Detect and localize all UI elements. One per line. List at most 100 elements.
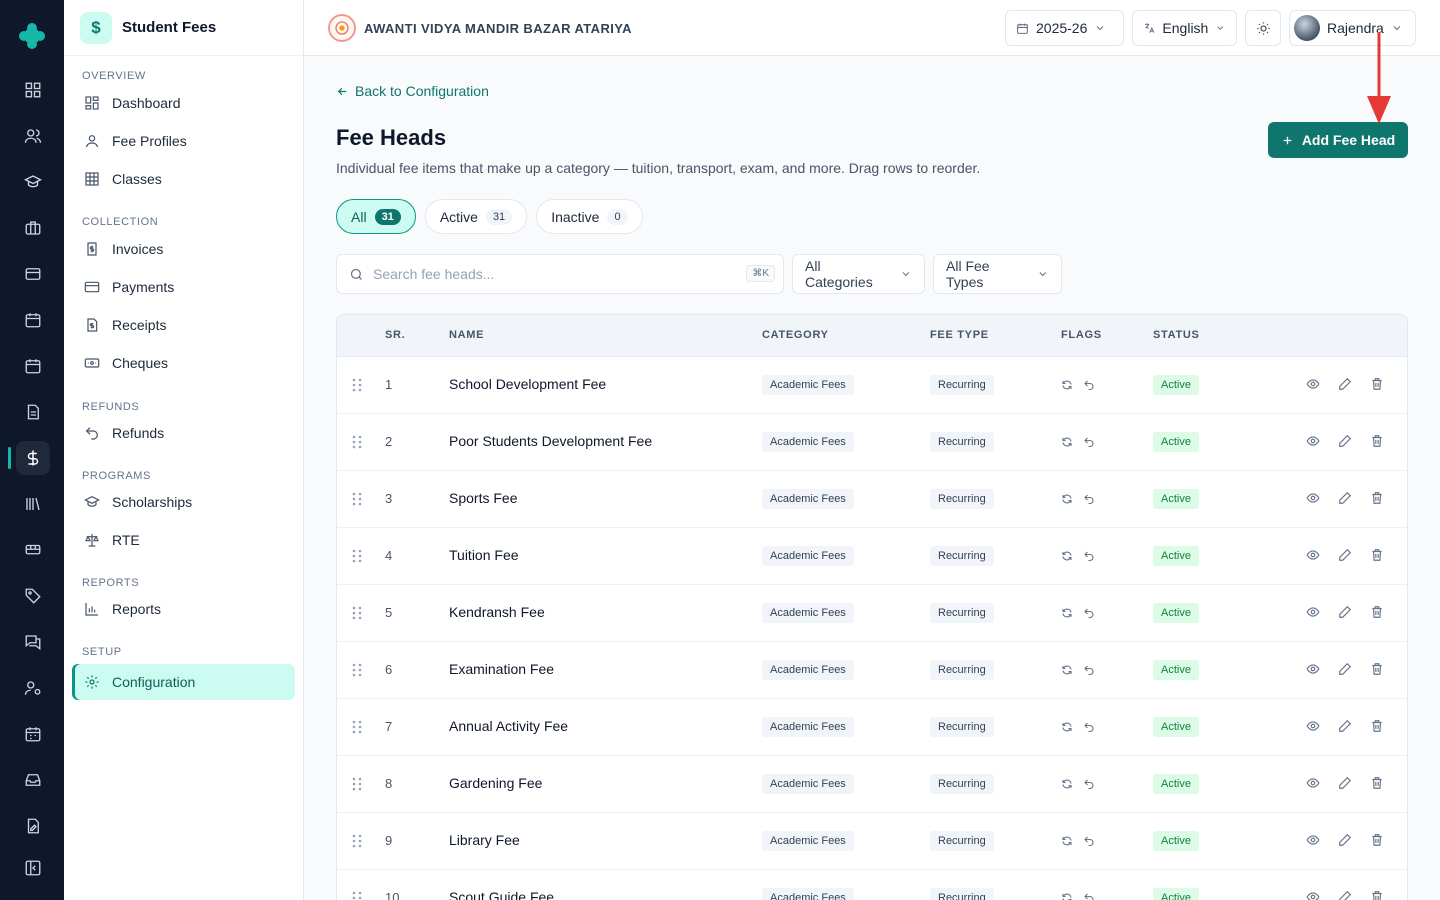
edit-icon[interactable]: [1338, 605, 1352, 619]
edit-icon[interactable]: [1338, 377, 1352, 391]
table-row[interactable]: 10 Scout Guide Fee Academic Fees Recurri…: [337, 870, 1407, 900]
tab-active[interactable]: Active 31: [424, 199, 528, 234]
view-icon[interactable]: [1306, 491, 1320, 505]
table-row[interactable]: 2 Poor Students Development Fee Academic…: [337, 414, 1407, 471]
delete-icon[interactable]: [1370, 548, 1384, 562]
rail-calendar-grid-icon[interactable]: [16, 717, 50, 751]
table-row[interactable]: 8 Gardening Fee Academic Fees Recurring …: [337, 756, 1407, 813]
rail-graduation-cap-icon[interactable]: [16, 165, 50, 199]
table-row[interactable]: 6 Examination Fee Academic Fees Recurrin…: [337, 642, 1407, 699]
table-row[interactable]: 9 Library Fee Academic Fees Recurring Ac…: [337, 813, 1407, 870]
sidebar-item-refunds[interactable]: Refunds: [72, 415, 295, 451]
edit-icon[interactable]: [1338, 491, 1352, 505]
rail-dashboard-icon[interactable]: [16, 73, 50, 107]
view-icon[interactable]: [1306, 605, 1320, 619]
drag-handle-icon[interactable]: [351, 891, 363, 900]
tab-count: 31: [485, 208, 513, 225]
view-icon[interactable]: [1306, 890, 1320, 900]
rail-tag-icon[interactable]: [16, 579, 50, 613]
table-row[interactable]: 3 Sports Fee Academic Fees Recurring Act…: [337, 471, 1407, 528]
rail-document-icon[interactable]: [16, 395, 50, 429]
sidebar-item-classes[interactable]: Classes: [72, 161, 295, 197]
drag-handle-icon[interactable]: [351, 777, 363, 791]
user-menu-button[interactable]: Rajendra: [1289, 10, 1416, 46]
sidebar-item-dashboard[interactable]: Dashboard: [72, 85, 295, 121]
sidebar-item-scholarships[interactable]: Scholarships: [72, 484, 295, 520]
delete-icon[interactable]: [1370, 662, 1384, 676]
sidebar-item-rte[interactable]: RTE: [72, 522, 295, 558]
view-icon[interactable]: [1306, 776, 1320, 790]
delete-icon[interactable]: [1370, 377, 1384, 391]
edit-icon[interactable]: [1338, 719, 1352, 733]
drag-handle-icon[interactable]: [351, 549, 363, 563]
delete-icon[interactable]: [1370, 776, 1384, 790]
table-row[interactable]: 5 Kendransh Fee Academic Fees Recurring …: [337, 585, 1407, 642]
tab-inactive[interactable]: Inactive 0: [536, 199, 643, 234]
table-row[interactable]: 7 Annual Activity Fee Academic Fees Recu…: [337, 699, 1407, 756]
edit-icon[interactable]: [1338, 833, 1352, 847]
rail-card-icon[interactable]: [16, 257, 50, 291]
view-icon[interactable]: [1306, 833, 1320, 847]
main-content: Back to Configuration Fee Heads Individu…: [304, 32, 1440, 900]
delete-icon[interactable]: [1370, 890, 1384, 900]
view-icon[interactable]: [1306, 662, 1320, 676]
rail-messages-icon[interactable]: [16, 625, 50, 659]
rail-users-icon[interactable]: [16, 119, 50, 153]
graduation-cap-icon: [84, 495, 100, 507]
drag-handle-icon[interactable]: [351, 378, 363, 392]
row-sr: 8: [385, 776, 393, 791]
table-row[interactable]: 4 Tuition Fee Academic Fees Recurring Ac…: [337, 528, 1407, 585]
delete-icon[interactable]: [1370, 434, 1384, 448]
rail-calendar-icon[interactable]: [16, 303, 50, 337]
delete-icon[interactable]: [1370, 605, 1384, 619]
edit-icon[interactable]: [1338, 890, 1352, 900]
back-to-configuration-link[interactable]: Back to Configuration: [336, 83, 489, 99]
sidebar-item-payments[interactable]: Payments: [72, 269, 295, 305]
delete-icon[interactable]: [1370, 491, 1384, 505]
edit-icon[interactable]: [1338, 662, 1352, 676]
view-icon[interactable]: [1306, 719, 1320, 733]
drag-handle-icon[interactable]: [351, 435, 363, 449]
fee-type-badge: Recurring: [930, 660, 994, 680]
rail-collapse-icon[interactable]: [16, 851, 50, 885]
rail-library-icon[interactable]: [16, 487, 50, 521]
refundable-flag-icon: [1084, 779, 1094, 790]
view-icon[interactable]: [1306, 377, 1320, 391]
rail-fees-dollar-icon[interactable]: [8, 441, 50, 475]
tab-all[interactable]: All 31: [336, 199, 416, 234]
delete-icon[interactable]: [1370, 719, 1384, 733]
drag-handle-icon[interactable]: [351, 834, 363, 848]
sidebar-item-fee-profiles[interactable]: Fee Profiles: [72, 123, 295, 159]
category-filter-select[interactable]: All Categories: [792, 254, 925, 294]
app-logo-icon[interactable]: [16, 20, 48, 52]
view-icon[interactable]: [1306, 548, 1320, 562]
rail-briefcase-icon[interactable]: [16, 211, 50, 245]
fee-type-filter-select[interactable]: All Fee Types: [933, 254, 1062, 294]
view-icon[interactable]: [1306, 434, 1320, 448]
drag-handle-icon[interactable]: [351, 663, 363, 677]
edit-icon[interactable]: [1338, 548, 1352, 562]
rail-calendar-2-icon[interactable]: [16, 349, 50, 383]
rail-file-edit-icon[interactable]: [16, 809, 50, 843]
rail-bus-icon[interactable]: [16, 533, 50, 567]
sidebar-item-configuration[interactable]: Configuration: [72, 664, 295, 700]
table-row[interactable]: 1 School Development Fee Academic Fees R…: [337, 357, 1407, 414]
sidebar-item-label: Dashboard: [112, 95, 181, 111]
theme-toggle-button[interactable]: [1245, 10, 1281, 46]
edit-icon[interactable]: [1338, 776, 1352, 790]
rail-inbox-icon[interactable]: [16, 763, 50, 797]
sidebar-item-reports[interactable]: Reports: [72, 591, 295, 627]
sidebar-item-receipts[interactable]: Receipts: [72, 307, 295, 343]
delete-icon[interactable]: [1370, 833, 1384, 847]
drag-handle-icon[interactable]: [351, 492, 363, 506]
rail-user-settings-icon[interactable]: [16, 671, 50, 705]
sidebar-item-cheques[interactable]: Cheques: [72, 345, 295, 381]
drag-handle-icon[interactable]: [351, 720, 363, 734]
drag-handle-icon[interactable]: [351, 606, 363, 620]
language-select[interactable]: English: [1132, 10, 1237, 46]
sidebar-item-invoices[interactable]: Invoices: [72, 231, 295, 267]
search-input[interactable]: [373, 266, 733, 282]
add-fee-head-button[interactable]: Add Fee Head: [1268, 122, 1408, 158]
edit-icon[interactable]: [1338, 434, 1352, 448]
academic-year-select[interactable]: 2025-26: [1005, 10, 1124, 46]
